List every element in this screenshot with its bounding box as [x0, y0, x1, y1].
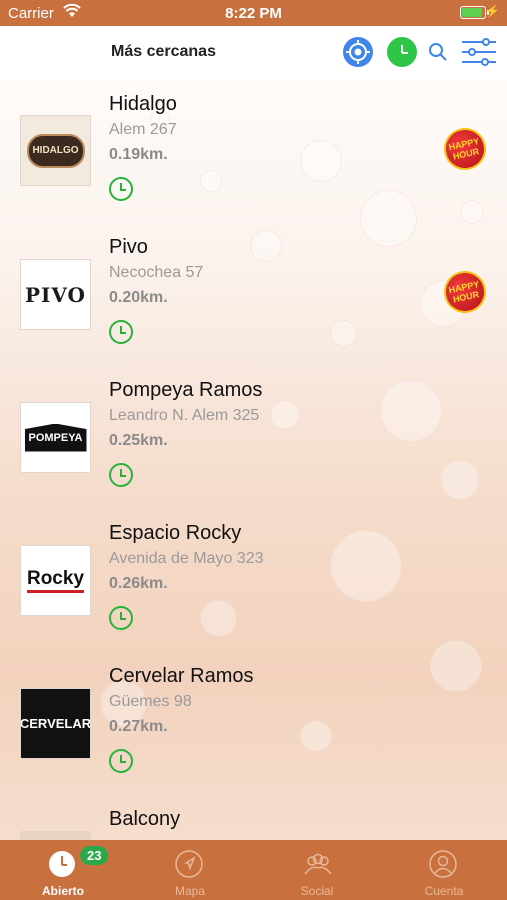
open-count-badge: 23: [80, 846, 109, 865]
tab-label: Cuenta: [424, 884, 464, 898]
account-icon: [429, 850, 457, 878]
open-clock-icon: [109, 606, 133, 630]
place-distance: 0.19km.: [109, 146, 168, 163]
navigation-arrow-icon: [175, 850, 203, 878]
tab-label: Social: [300, 884, 334, 898]
logo-text: Rocky: [26, 568, 85, 593]
open-clock-icon: [109, 463, 133, 487]
places-list: HIDALGO Hidalgo Alem 267 0.19km. HAPPY HO…: [0, 80, 507, 840]
place-logo: [20, 831, 91, 840]
place-name: Hidalgo: [109, 93, 177, 115]
place-distance: 0.27km.: [109, 718, 168, 735]
page-title: Más cercanas: [111, 43, 216, 60]
place-address: Güemes 98: [109, 693, 192, 710]
happy-hour-icon: HAPPY HOUR: [440, 124, 490, 174]
place-distance: 0.25km.: [109, 432, 168, 449]
tab-label: Abierto: [42, 884, 84, 898]
search-icon[interactable]: [428, 42, 448, 67]
tab-social[interactable]: Social: [254, 840, 380, 900]
list-item[interactable]: POMPEYA Pompeya Ramos Leandro N. Alem 32…: [0, 366, 507, 509]
list-item[interactable]: PIVO Pivo Necochea 57 0.20km. HAPPY HOUR: [0, 223, 507, 366]
open-clock-icon: [109, 749, 133, 773]
tab-label: Mapa: [174, 884, 206, 898]
filter-icon[interactable]: [461, 38, 497, 71]
people-icon: [302, 850, 332, 878]
logo-text: POMPEYA: [24, 423, 87, 452]
open-clock-icon: [109, 320, 133, 344]
tab-abierto[interactable]: 23 Abierto: [0, 840, 126, 900]
place-logo: Rocky: [20, 545, 91, 616]
place-name: Pompeya Ramos: [109, 379, 263, 401]
place-logo: HIDALGO: [20, 115, 91, 186]
place-logo: CERVELAR: [20, 688, 91, 759]
open-clock-icon: [109, 177, 133, 201]
tab-cuenta[interactable]: Cuenta: [381, 840, 507, 900]
tab-mapa[interactable]: Mapa: [127, 840, 253, 900]
list-item[interactable]: Balcony: [0, 795, 507, 840]
clock-icon[interactable]: [387, 37, 417, 67]
logo-text: HIDALGO: [26, 133, 85, 168]
locate-icon[interactable]: [343, 37, 373, 67]
place-name: Cervelar Ramos: [109, 665, 254, 687]
battery-icon: [460, 6, 489, 19]
place-address: Necochea 57: [109, 264, 204, 281]
list-item[interactable]: Rocky Espacio Rocky Avenida de Mayo 323 …: [0, 509, 507, 652]
status-bar: Carrier 8:22 PM ⚡: [0, 0, 507, 26]
place-address: Leandro N. Alem 325: [109, 407, 260, 424]
place-distance: 0.20km.: [109, 289, 168, 306]
place-logo: PIVO: [20, 259, 91, 330]
clock-icon: [48, 850, 76, 878]
place-name: Pivo: [109, 236, 148, 258]
list-item[interactable]: HIDALGO Hidalgo Alem 267 0.19km. HAPPY HO…: [0, 80, 507, 223]
place-address: Avenida de Mayo 323: [109, 550, 264, 567]
charging-icon: ⚡: [485, 4, 500, 18]
place-name: Balcony: [109, 808, 181, 830]
tab-bar: 23 Abierto Mapa Social Cuenta: [0, 840, 507, 900]
place-distance: 0.26km.: [109, 575, 168, 592]
place-address: Alem 267: [109, 121, 177, 138]
place-logo: POMPEYA: [20, 402, 91, 473]
happy-hour-icon: HAPPY HOUR: [440, 267, 490, 317]
place-name: Espacio Rocky: [109, 522, 242, 544]
list-item[interactable]: CERVELAR Cervelar Ramos Güemes 98 0.27km…: [0, 652, 507, 795]
logo-text: CERVELAR: [20, 716, 91, 731]
clock-time: 8:22 PM: [225, 5, 282, 22]
logo-text: PIVO: [25, 282, 86, 307]
